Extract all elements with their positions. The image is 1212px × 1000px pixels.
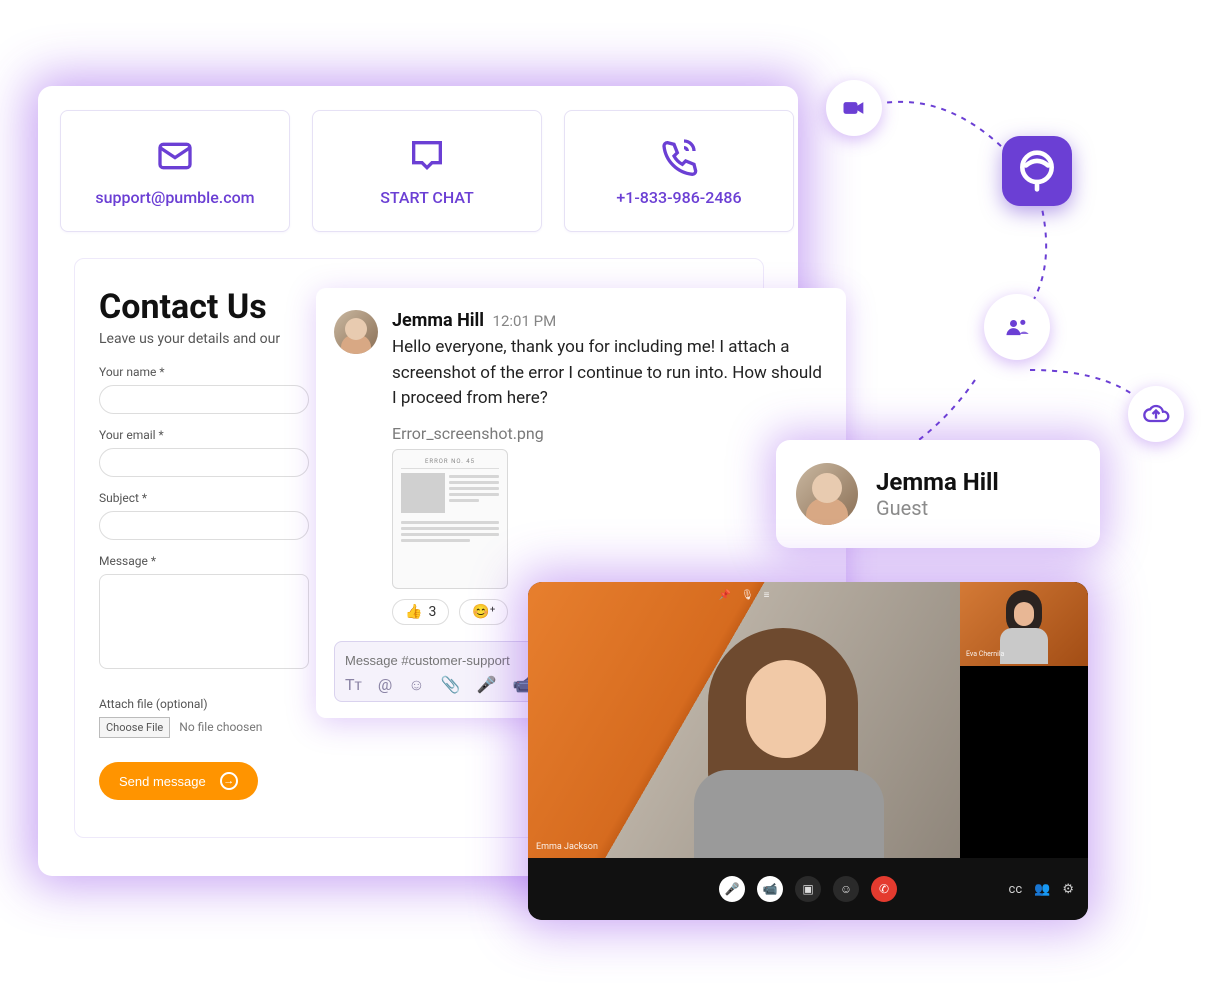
chat-message-text: Hello everyone, thank you for including …: [392, 335, 828, 412]
video-main-name: Emma Jackson: [536, 842, 598, 852]
reaction-thumbsup[interactable]: 👍 3: [392, 599, 449, 625]
send-message-button[interactable]: Send message →: [99, 762, 258, 800]
camera-icon: [840, 94, 868, 122]
text-format-icon[interactable]: Tᴛ: [345, 675, 362, 695]
end-call-button[interactable]: ✆: [871, 876, 897, 902]
mic-toggle-button[interactable]: 🎤: [719, 876, 745, 902]
video-controls: 🎤 📹 ▣ ☺ ✆ cc 👥 ⚙: [528, 858, 1088, 920]
guest-name: Jemma Hill: [876, 468, 999, 496]
chat-tile[interactable]: START CHAT: [312, 110, 542, 232]
email-tile[interactable]: support@pumble.com: [60, 110, 290, 232]
guest-card: Jemma Hill Guest: [776, 440, 1100, 548]
video-side-panel: Eva Chernila: [960, 582, 1088, 858]
attach-icon[interactable]: 📎: [441, 675, 461, 695]
chat-attachment-name: Error_screenshot.png: [392, 424, 828, 443]
people-icon: [1003, 313, 1031, 341]
phone-icon: [659, 136, 699, 176]
chat-message-header: Jemma Hill 12:01 PM: [392, 310, 828, 331]
people-badge: [984, 294, 1050, 360]
cloud-upload-icon: [1142, 400, 1170, 428]
chat-attachment-thumbnail[interactable]: ERROR NO. 45: [392, 449, 508, 589]
contact-tiles: support@pumble.com START CHAT +1-833-986…: [60, 110, 794, 232]
add-reaction-icon: 😊⁺: [472, 604, 495, 620]
no-file-text: No file choosen: [179, 720, 262, 734]
pin-icon[interactable]: 📌: [719, 590, 731, 601]
chat-icon: [407, 136, 447, 176]
phone-tile[interactable]: +1-833-986-2486: [564, 110, 794, 232]
video-side-name: Eva Chernila: [966, 650, 1004, 658]
add-reaction-button[interactable]: 😊⁺: [459, 599, 508, 625]
video-call-window: 📌 🎙 ≡ Emma Jackson Eva Chernila 🎤 📹 ▣ ☺ …: [528, 582, 1088, 920]
email-input[interactable]: [99, 448, 309, 477]
phone-tile-label: +1-833-986-2486: [616, 188, 741, 207]
send-message-label: Send message: [119, 774, 206, 789]
reactions-button[interactable]: ☺: [833, 876, 859, 902]
arrow-right-icon: →: [220, 772, 238, 790]
video-participant-figure: [668, 620, 888, 860]
attach-label: Attach file (optional): [99, 697, 208, 711]
mail-icon: [155, 136, 195, 176]
pumble-logo-icon: [1015, 149, 1059, 193]
participants-button[interactable]: 👥: [1034, 882, 1050, 897]
mic-icon[interactable]: 🎤: [477, 675, 497, 695]
camera-toggle-button[interactable]: 📹: [757, 876, 783, 902]
email-tile-label: support@pumble.com: [95, 188, 254, 207]
app-logo: [1002, 136, 1072, 206]
settings-button[interactable]: ⚙: [1062, 882, 1074, 897]
attachment-thumb-header: ERROR NO. 45: [401, 458, 499, 469]
choose-file-button[interactable]: Choose File: [99, 717, 170, 738]
video-badge: [826, 80, 882, 136]
cc-button[interactable]: cc: [1009, 882, 1023, 897]
chat-author-avatar: [334, 310, 378, 354]
chat-author-name: Jemma Hill: [392, 310, 484, 331]
reaction-count: 3: [428, 604, 436, 620]
video-overlay-icons: 📌 🎙 ≡: [719, 590, 770, 601]
signal-icon[interactable]: ≡: [764, 590, 770, 601]
guest-role: Guest: [876, 496, 999, 520]
mic-status-icon[interactable]: 🎙: [741, 590, 754, 601]
chat-timestamp: 12:01 PM: [493, 312, 557, 330]
video-main-feed: 📌 🎙 ≡ Emma Jackson: [528, 582, 960, 858]
guest-avatar: [796, 463, 858, 525]
chat-message: Jemma Hill 12:01 PM Hello everyone, than…: [334, 310, 828, 625]
mention-icon[interactable]: @: [378, 675, 392, 695]
subject-input[interactable]: [99, 511, 309, 540]
message-textarea[interactable]: [99, 574, 309, 669]
share-screen-button[interactable]: ▣: [795, 876, 821, 902]
chat-tile-label: START CHAT: [380, 188, 474, 207]
upload-badge: [1128, 386, 1184, 442]
thumbsup-icon: 👍: [405, 604, 422, 620]
name-input[interactable]: [99, 385, 309, 414]
emoji-icon[interactable]: ☺: [408, 675, 424, 695]
